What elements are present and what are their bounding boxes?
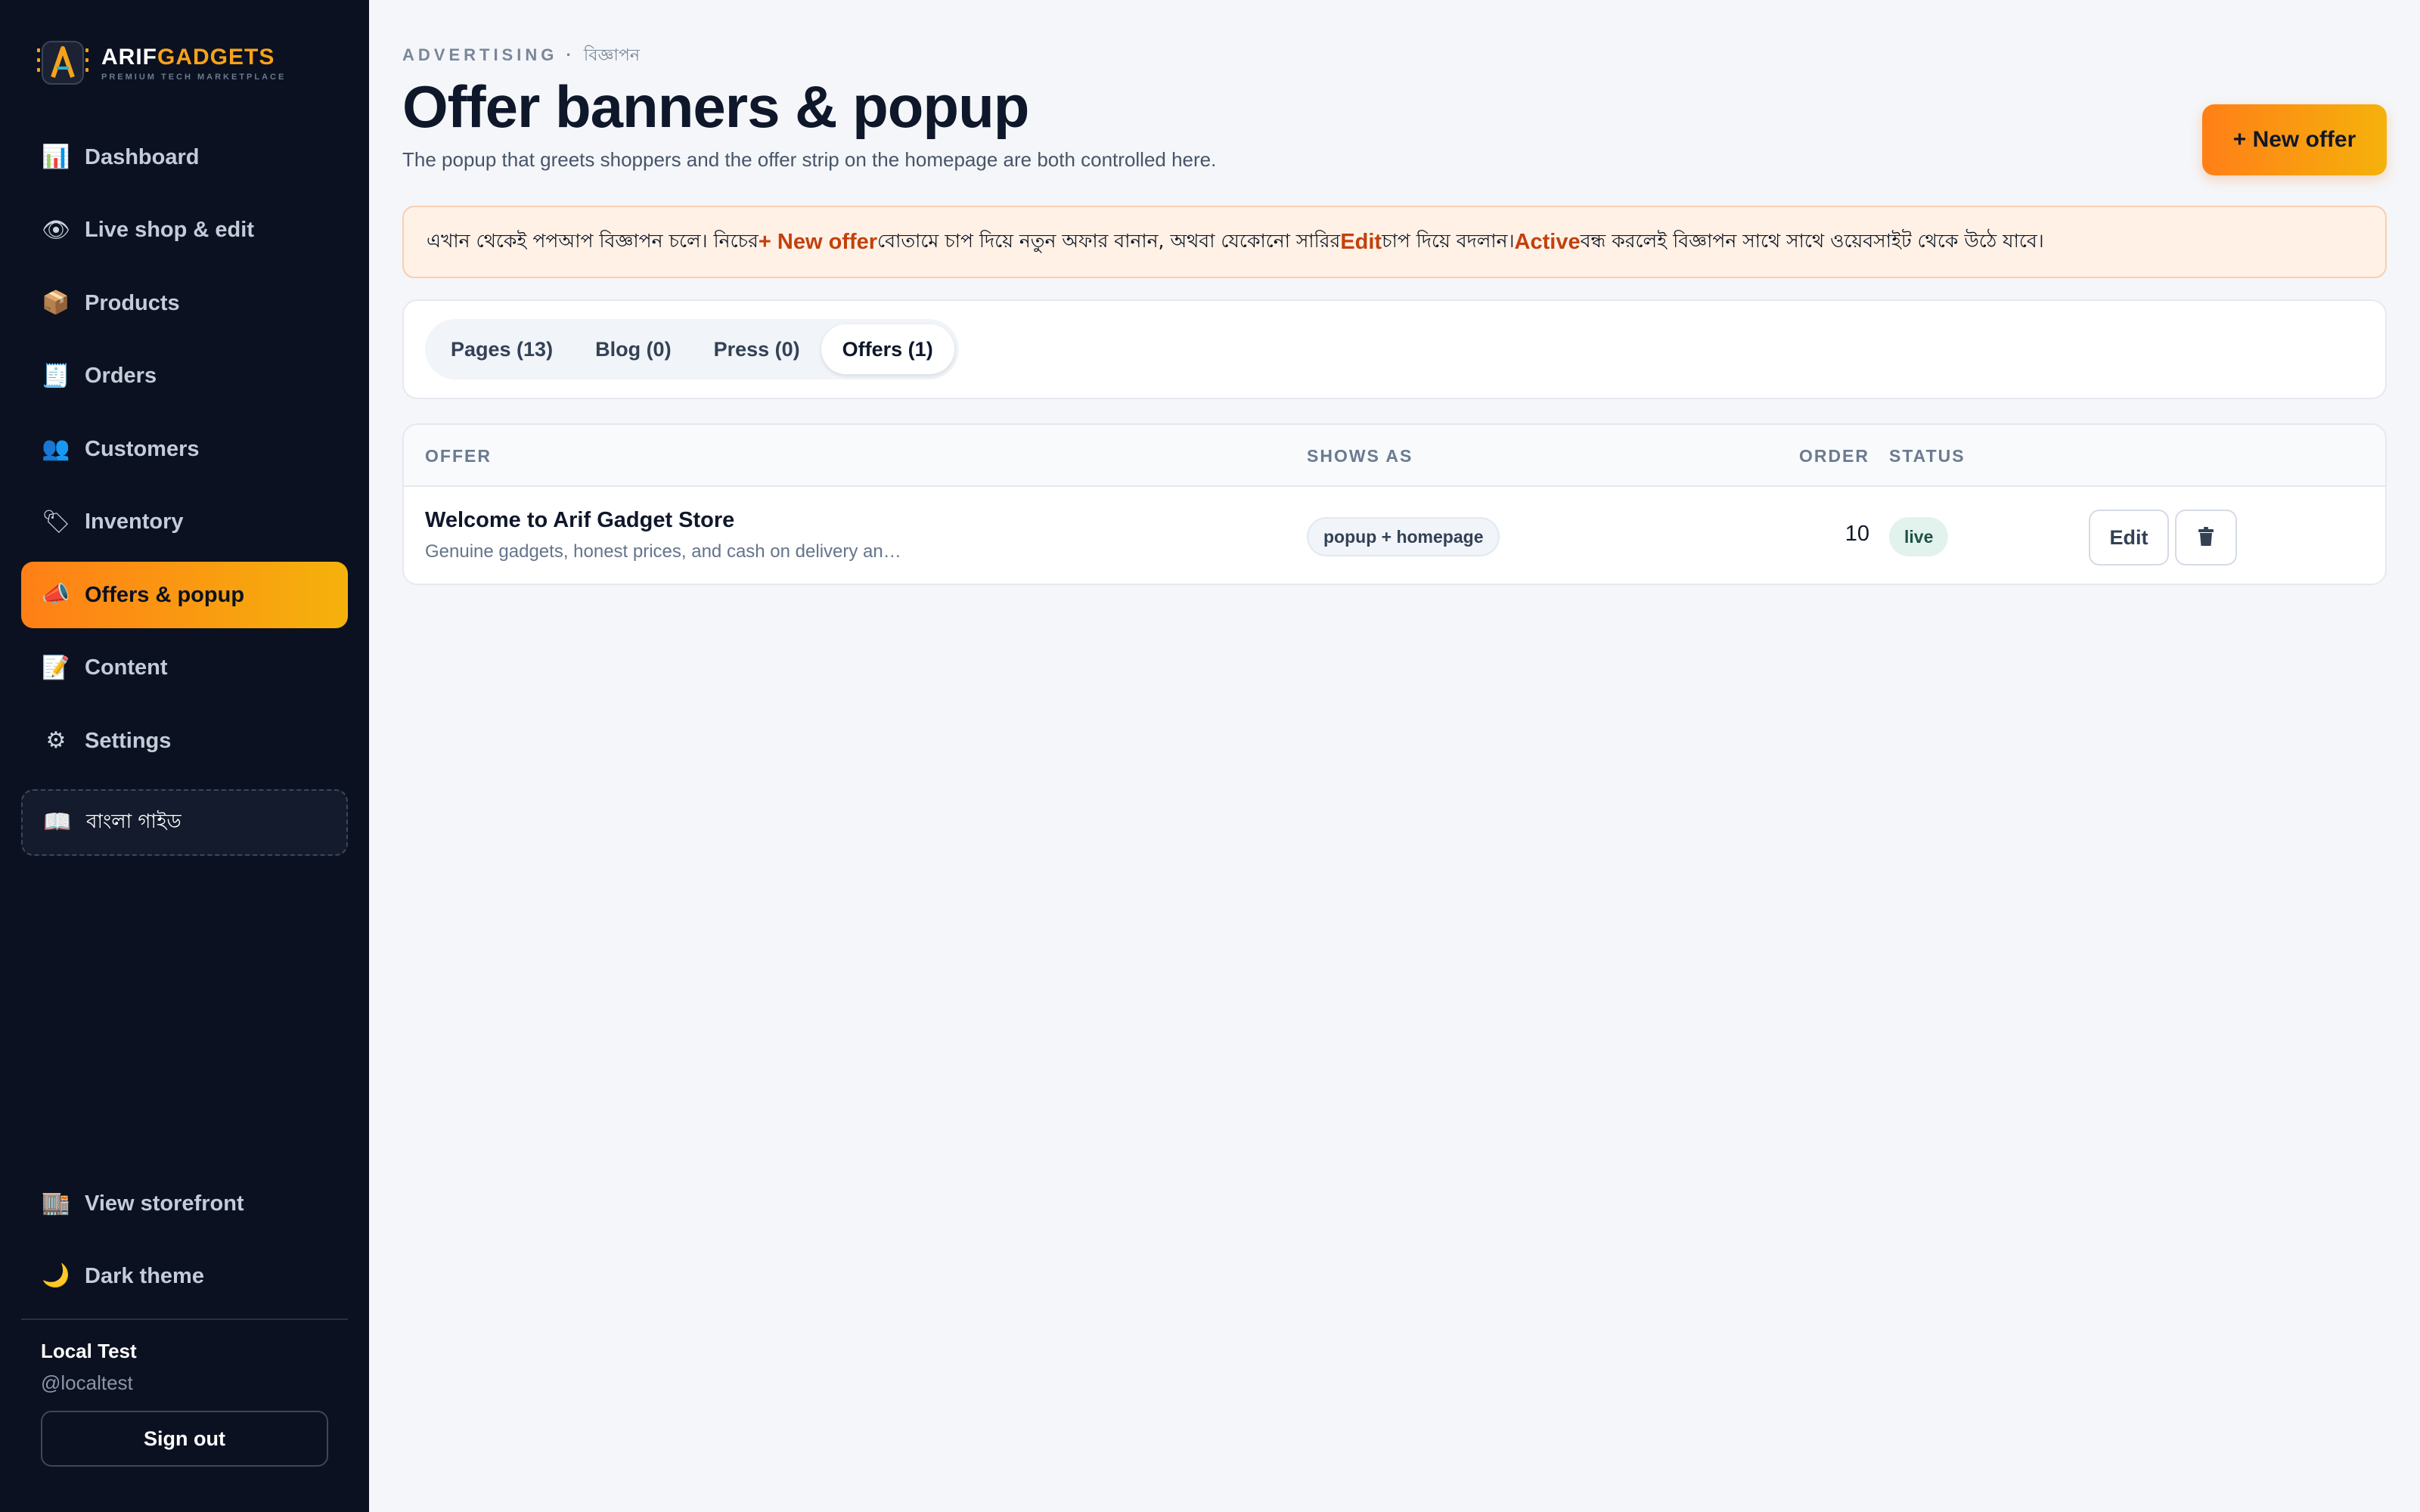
sidebar-item-orders[interactable]: 🧾 Orders <box>21 343 348 410</box>
column-header-shows-as: SHOWS AS <box>1307 446 1413 466</box>
sidebar-nav: 📊 Dashboard 👁 Live shop & edit 📦 Product… <box>21 124 348 863</box>
sidebar-item-label: View storefront <box>85 1191 244 1216</box>
page-title: Offer banners & popup <box>402 73 1029 140</box>
sidebar-item-settings[interactable]: ⚙ Settings <box>21 708 348 774</box>
sidebar-item-offers[interactable]: 📣 Offers & popup <box>21 562 348 628</box>
content-tabs: Pages (13) Blog (0) Press (0) Offers (1) <box>425 319 959 380</box>
sidebar-item-label: Orders <box>85 364 157 388</box>
new-offer-button[interactable]: + New offer <box>2202 104 2387 175</box>
moon-icon: 🌙 <box>42 1263 70 1289</box>
sidebar-item-label: Offers & popup <box>85 582 245 607</box>
sidebar-item-customers[interactable]: 👥 Customers <box>21 416 348 482</box>
column-header-status: STATUS <box>1889 446 1965 466</box>
sidebar-item-label: Dark theme <box>85 1263 204 1288</box>
sidebar-item-dashboard[interactable]: 📊 Dashboard <box>21 124 348 191</box>
book-icon: 📖 <box>43 809 72 835</box>
sidebar-item-inventory[interactable]: 🏷 Inventory <box>21 489 348 556</box>
sidebar-item-label: Inventory <box>85 510 184 534</box>
brand-tagline: PREMIUM TECH MARKETPLACE <box>101 72 287 82</box>
column-header-order: ORDER <box>1798 446 1869 466</box>
sidebar-item-label: Settings <box>85 728 172 753</box>
sidebar-item-dark-theme[interactable]: 🌙 Dark theme <box>21 1243 348 1309</box>
table-row[interactable]: Welcome to Arif Gadget Store Genuine gad… <box>404 488 2385 584</box>
sidebar-item-label: Content <box>85 655 168 680</box>
sidebar-item-view-storefront[interactable]: 🏬 View storefront <box>21 1170 348 1237</box>
sidebar-divider <box>21 1318 348 1320</box>
offer-title: Welcome to Arif Gadget Store <box>425 508 735 532</box>
tab-blog[interactable]: Blog (0) <box>574 324 693 374</box>
memo-icon: 📝 <box>42 654 70 681</box>
tab-offers[interactable]: Offers (1) <box>821 324 954 374</box>
eye-icon: 👁 <box>41 216 71 243</box>
receipt-icon: 🧾 <box>42 362 70 389</box>
sidebar-item-products[interactable]: 📦 Products <box>21 270 348 336</box>
people-icon: 👥 <box>42 435 70 462</box>
page-subtitle: The popup that greets shoppers and the o… <box>402 148 1217 171</box>
sidebar-item-label: Customers <box>85 436 200 461</box>
user-name: Local Test <box>41 1340 137 1362</box>
sidebar-item-label: Products <box>85 290 180 315</box>
tab-press[interactable]: Press (0) <box>693 324 821 374</box>
brand[interactable]: ARIFGADGETS PREMIUM TECH MARKETPLACE <box>36 39 286 86</box>
shows-as-badge: popup + homepage <box>1307 517 1500 556</box>
sidebar-item-label: বাংলা গাইড <box>86 810 182 833</box>
help-notice: এখান থেকেই পপআপ বিজ্ঞাপন চলে। নিচের + Ne… <box>402 206 2387 278</box>
brand-name: ARIFGADGETS <box>101 44 275 70</box>
sidebar-item-content[interactable]: 📝 Content <box>21 635 348 702</box>
gear-icon: ⚙ <box>45 727 67 754</box>
content-tabs-card: Pages (13) Blog (0) Press (0) Offers (1) <box>402 299 2387 399</box>
package-icon: 📦 <box>42 290 70 316</box>
offers-table: OFFER SHOWS AS ORDER STATUS Welcome to A… <box>402 423 2387 585</box>
brand-logo-icon <box>36 39 89 86</box>
sidebar: ARIFGADGETS PREMIUM TECH MARKETPLACE 📊 D… <box>0 0 369 1512</box>
sidebar-item-label: Live shop & edit <box>85 218 254 242</box>
sidebar-footer-nav: 🏬 View storefront 🌙 Dark theme <box>21 1170 348 1315</box>
table-header: OFFER SHOWS AS ORDER STATUS <box>404 425 2385 487</box>
tab-pages[interactable]: Pages (13) <box>430 324 574 374</box>
edit-button[interactable]: Edit <box>2089 510 2169 565</box>
delete-button[interactable] <box>2175 510 2237 565</box>
sidebar-item-live-shop[interactable]: 👁 Live shop & edit <box>21 197 348 264</box>
chart-icon: 📊 <box>42 144 70 170</box>
user-handle: @localtest <box>41 1371 133 1394</box>
megaphone-icon: 📣 <box>42 581 70 608</box>
section-eyebrow: ADVERTISING · বিজ্ঞাপন <box>402 45 640 65</box>
store-icon: 🏬 <box>42 1190 70 1216</box>
sidebar-item-label: Dashboard <box>85 144 200 169</box>
offer-description: Genuine gadgets, honest prices, and cash… <box>425 541 901 562</box>
trash-icon <box>2198 526 2214 549</box>
status-badge: live <box>1889 517 1949 556</box>
tag-icon: 🏷 <box>41 508 71 535</box>
sidebar-item-bangla-guide[interactable]: 📖 বাংলা গাইড <box>21 789 348 856</box>
sign-out-button[interactable]: Sign out <box>41 1411 328 1467</box>
column-header-offer: OFFER <box>425 446 492 466</box>
order-value: 10 <box>1844 522 1869 546</box>
